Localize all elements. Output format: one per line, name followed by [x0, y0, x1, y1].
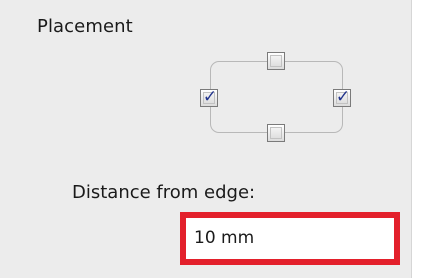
- distance-input[interactable]: [194, 225, 374, 251]
- checkbox-box: [270, 55, 282, 67]
- placement-panel: Placement ✓ ✓ Distance from edge:: [0, 0, 412, 278]
- top-edge-checkbox[interactable]: [267, 52, 285, 70]
- checkmark-icon: ✓: [202, 87, 218, 107]
- bottom-edge-checkbox[interactable]: [267, 124, 285, 142]
- distance-input-highlight: [180, 212, 400, 265]
- checkmark-icon: ✓: [335, 87, 351, 107]
- right-edge-checkbox[interactable]: ✓: [333, 87, 351, 107]
- distance-from-edge-label: Distance from edge:: [72, 182, 256, 203]
- checkbox-box: [270, 127, 282, 139]
- placement-connector-frame: [210, 61, 343, 133]
- placement-title: Placement: [37, 16, 133, 37]
- left-edge-checkbox[interactable]: ✓: [200, 87, 218, 107]
